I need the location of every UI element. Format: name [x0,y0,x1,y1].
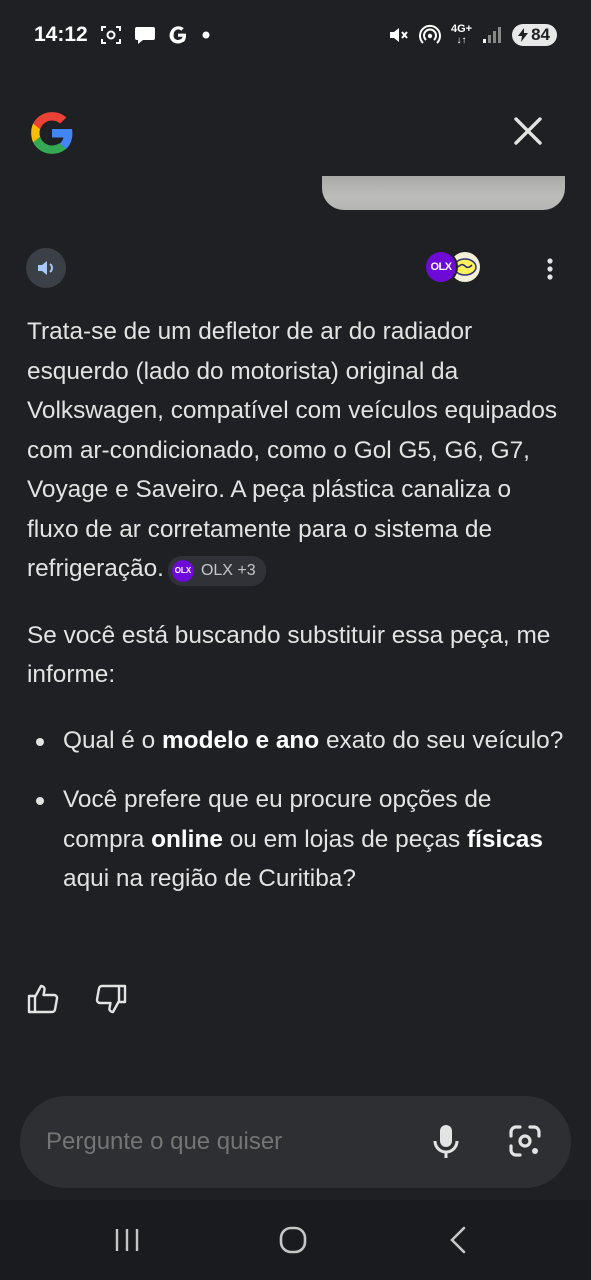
olx-logo-small: OLX [171,560,194,582]
screenshot-icon [100,24,122,46]
thumbs-down-icon [95,984,127,1014]
google-lens-icon [509,1125,541,1157]
system-nav-bar [0,1200,591,1280]
battery-level: 84 [531,25,550,44]
list-item: Você prefere que eu procure opções de co… [36,780,567,899]
dot-icon [200,29,212,41]
thumbs-down-button[interactable] [94,982,128,1016]
close-icon [514,117,542,145]
mute-icon [387,24,409,46]
google-logo [27,108,77,158]
citation-chip[interactable]: OLX OLX +3 [167,556,266,586]
recent-apps-icon [115,1229,139,1251]
query-image-preview[interactable] [322,176,565,210]
read-aloud-button[interactable] [26,248,66,288]
chat-bubble-icon [134,25,156,45]
back-button[interactable] [446,1225,470,1255]
more-vert-icon [547,258,553,280]
close-button[interactable] [508,111,548,151]
thumbs-up-button[interactable] [26,982,60,1016]
battery-icon: 84 [512,24,557,46]
olx-logo: OLX [424,250,458,284]
more-options-button[interactable] [536,255,564,283]
signal-icon [482,26,502,44]
mic-icon [433,1125,459,1158]
response-paragraph: Trata-se de um defletor de ar do radiado… [27,312,567,589]
back-icon [450,1226,466,1254]
response-list: Qual é o modelo e ano exato do seu veícu… [27,721,567,899]
citation-label: OLX +3 [200,562,256,579]
prompt-bar [20,1096,571,1188]
status-left: 14:12 [34,23,212,47]
status-bar: 14:12 4G+ ↓↑ 84 [0,0,591,70]
prompt-input[interactable] [46,1096,386,1188]
network-type: 4G+ ↓↑ [450,23,473,47]
thumbs-up-icon [27,984,59,1014]
list-item: Qual é o modelo e ano exato do seu veícu… [36,721,567,761]
response-paragraph: Se você está buscando substituir essa pe… [27,621,551,689]
speaker-icon [38,261,53,275]
status-right: 4G+ ↓↑ 84 [387,24,557,46]
status-time: 14:12 [34,23,88,46]
mic-button[interactable] [430,1123,462,1161]
sources-button[interactable]: OLX [424,250,484,286]
google-lens-button[interactable] [508,1124,542,1158]
home-icon [279,1226,307,1254]
home-button[interactable] [278,1225,308,1255]
recent-apps-button[interactable] [112,1227,142,1253]
google-g-icon [168,25,188,45]
hotspot-icon [418,24,441,46]
ai-response: Trata-se de um defletor de ar do radiado… [27,312,567,919]
